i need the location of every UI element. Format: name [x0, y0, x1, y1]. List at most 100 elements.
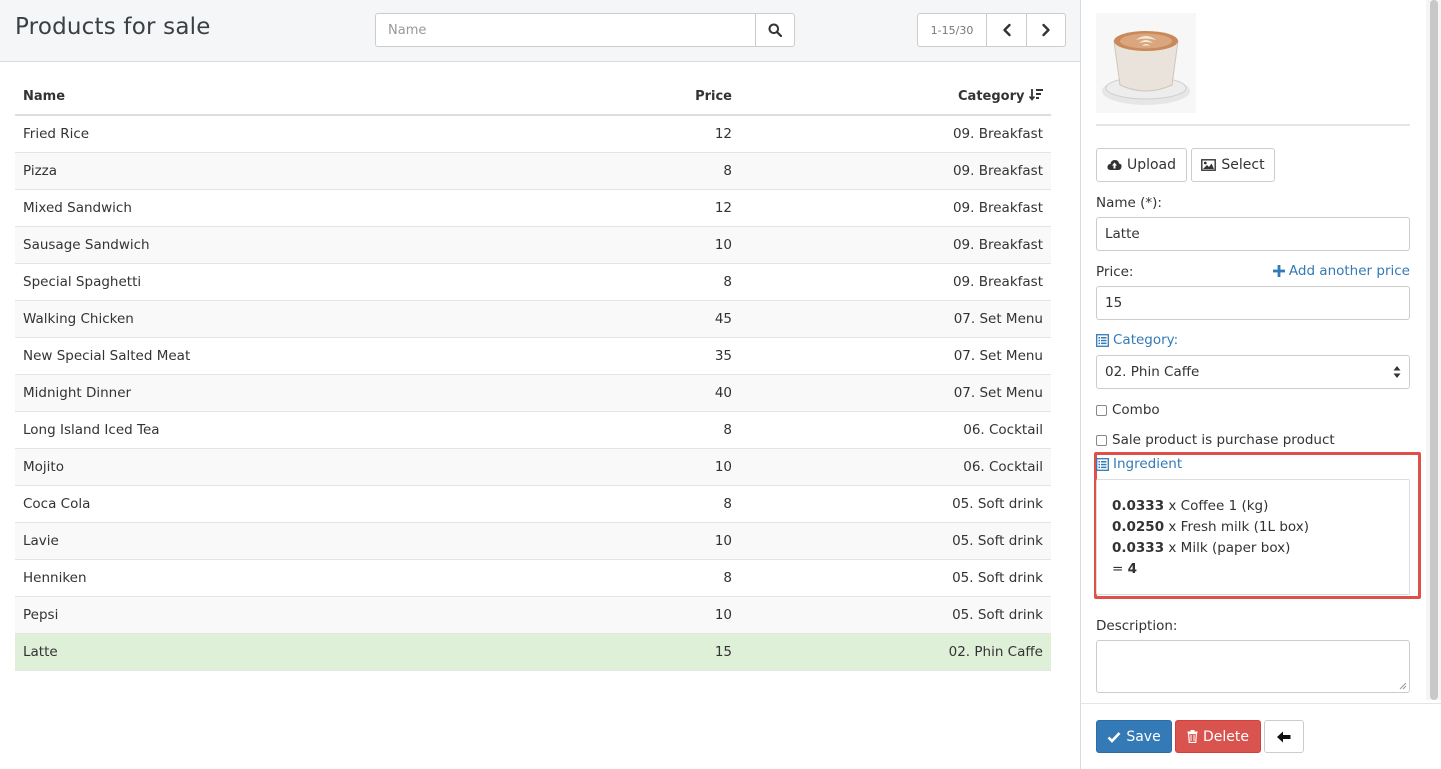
save-button[interactable]: Save: [1096, 720, 1172, 753]
table-row[interactable]: Mojito 10 06. Cocktail: [15, 448, 1051, 486]
category-select[interactable]: 02. Phin Caffe: [1096, 355, 1410, 389]
page-title: Products for sale: [15, 14, 211, 40]
chevron-left-icon: [1002, 23, 1011, 37]
cell-price: 15: [615, 633, 740, 671]
purchase-product-option: Sale product is purchase product: [1096, 432, 1335, 448]
search-box: [375, 13, 795, 47]
ingredient-item: 0.0333 x Coffee 1 (kg): [1112, 496, 1394, 517]
scrollbar-thumb[interactable]: [1430, 0, 1438, 700]
cell-price: 12: [615, 115, 740, 153]
cell-category: 07. Set Menu: [740, 374, 1051, 412]
ingredient-text: x Fresh milk (1L box): [1164, 519, 1310, 535]
upload-label: Upload: [1126, 157, 1177, 173]
table-row[interactable]: Long Island Iced Tea 8 06. Cocktail: [15, 411, 1051, 449]
search-icon: [768, 23, 782, 37]
table-row[interactable]: Fried Rice 12 09. Breakfast: [15, 115, 1051, 153]
cell-name: Fried Rice: [15, 115, 615, 153]
ingredient-text: x Milk (paper box): [1164, 540, 1291, 556]
cell-name: New Special Salted Meat: [15, 337, 615, 375]
cell-category: 09. Breakfast: [740, 263, 1051, 301]
add-another-price-label: Add another price: [1288, 263, 1410, 279]
cell-category: 05. Soft drink: [740, 485, 1051, 523]
category-select-value: 02. Phin Caffe: [1105, 364, 1200, 380]
description-textarea[interactable]: [1096, 640, 1410, 693]
table-row[interactable]: Sausage Sandwich 10 09. Breakfast: [15, 226, 1051, 264]
cell-price: 10: [615, 448, 740, 486]
table-row[interactable]: Walking Chicken 45 07. Set Menu: [15, 300, 1051, 338]
cell-name: Sausage Sandwich: [15, 226, 615, 264]
table-row[interactable]: Henniken 8 05. Soft drink: [15, 559, 1051, 597]
cell-category: 07. Set Menu: [740, 300, 1051, 338]
table-row[interactable]: New Special Salted Meat 35 07. Set Menu: [15, 337, 1051, 375]
combo-checkbox[interactable]: [1096, 404, 1107, 416]
purchase-product-checkbox[interactable]: [1096, 434, 1107, 446]
column-header-price[interactable]: Price: [615, 78, 740, 116]
products-table: Name Price Category Fried Rice 12 09. Brea…: [15, 78, 1051, 671]
resize-handle-icon[interactable]: [1399, 682, 1407, 690]
cell-price: 10: [615, 522, 740, 560]
cell-category: 02. Phin Caffe: [740, 633, 1051, 671]
plus-icon: [1272, 265, 1285, 277]
cell-category: 09. Breakfast: [740, 189, 1051, 227]
prev-page-button[interactable]: [987, 14, 1026, 46]
table-row[interactable]: Pizza 8 09. Breakfast: [15, 152, 1051, 190]
cell-name: Pizza: [15, 152, 615, 190]
search-button[interactable]: [755, 14, 794, 46]
ingredient-label: Ingredient: [1113, 456, 1183, 472]
delete-label: Delete: [1203, 728, 1249, 745]
cell-price: 45: [615, 300, 740, 338]
column-header-category[interactable]: Category: [740, 78, 1051, 116]
product-form-panel: Upload Select Name (*): Latte Price: Add…: [1081, 0, 1441, 769]
scrollbar[interactable]: [1426, 0, 1441, 700]
name-input[interactable]: Latte: [1096, 217, 1410, 251]
price-input[interactable]: 15: [1096, 286, 1410, 320]
cell-category: 06. Cocktail: [740, 448, 1051, 486]
purchase-product-label: Sale product is purchase product: [1112, 432, 1335, 448]
cell-name: Coca Cola: [15, 485, 615, 523]
next-page-button[interactable]: [1026, 14, 1065, 46]
cell-category: 07. Set Menu: [740, 337, 1051, 375]
select-arrows-icon: [1393, 366, 1401, 378]
table-body: Fried Rice 12 09. Breakfast Pizza 8 09. Break…: [15, 115, 1051, 671]
ingredient-list: 0.0333 x Coffee 1 (kg) 0.0250 x Fresh mil…: [1112, 496, 1394, 559]
ingredient-item: 0.0250 x Fresh milk (1L box): [1112, 517, 1394, 538]
table-row[interactable]: Coca Cola 8 05. Soft drink: [15, 485, 1051, 523]
cell-category: 09. Breakfast: [740, 115, 1051, 153]
cell-category: 05. Soft drink: [740, 522, 1051, 560]
table-row[interactable]: Latte 15 02. Phin Caffe: [15, 633, 1051, 671]
table-row[interactable]: Midnight Dinner 40 07. Set Menu: [15, 374, 1051, 412]
cell-price: 8: [615, 485, 740, 523]
category-label: Category:: [1113, 332, 1179, 348]
list-icon: [1096, 457, 1109, 471]
image-icon: [1201, 159, 1217, 171]
add-another-price-link[interactable]: Add another price: [1272, 263, 1410, 279]
table-row[interactable]: Pepsi 10 05. Soft drink: [15, 596, 1051, 634]
cell-category: 06. Cocktail: [740, 411, 1051, 449]
cell-name: Walking Chicken: [15, 300, 615, 338]
divider: [1096, 124, 1410, 126]
cell-price: 40: [615, 374, 740, 412]
select-image-button[interactable]: Select: [1191, 148, 1275, 182]
sort-icon: [1028, 89, 1043, 101]
table-row[interactable]: Mixed Sandwich 12 09. Breakfast: [15, 189, 1051, 227]
arrow-left-icon: [1277, 731, 1291, 742]
cell-name: Henniken: [15, 559, 615, 597]
ingredient-link[interactable]: Ingredient: [1096, 456, 1182, 472]
table-row[interactable]: Lavie 10 05. Soft drink: [15, 522, 1051, 560]
cell-price: 12: [615, 189, 740, 227]
footer-divider: [1081, 703, 1441, 704]
ingredient-box: 0.0333 x Coffee 1 (kg) 0.0250 x Fresh mil…: [1096, 479, 1410, 595]
delete-button[interactable]: Delete: [1175, 720, 1261, 753]
ingredient-qty: 0.0250: [1112, 519, 1165, 535]
cell-name: Lavie: [15, 522, 615, 560]
back-button[interactable]: [1264, 720, 1304, 753]
cell-price: 10: [615, 226, 740, 264]
category-link[interactable]: Category:: [1096, 332, 1178, 348]
column-header-name[interactable]: Name: [15, 78, 615, 116]
cell-price: 8: [615, 152, 740, 190]
upload-button[interactable]: Upload: [1096, 148, 1187, 182]
table-row[interactable]: Special Spaghetti 8 09. Breakfast: [15, 263, 1051, 301]
list-icon: [1096, 333, 1109, 347]
search-input[interactable]: [376, 14, 755, 46]
cell-price: 8: [615, 411, 740, 449]
